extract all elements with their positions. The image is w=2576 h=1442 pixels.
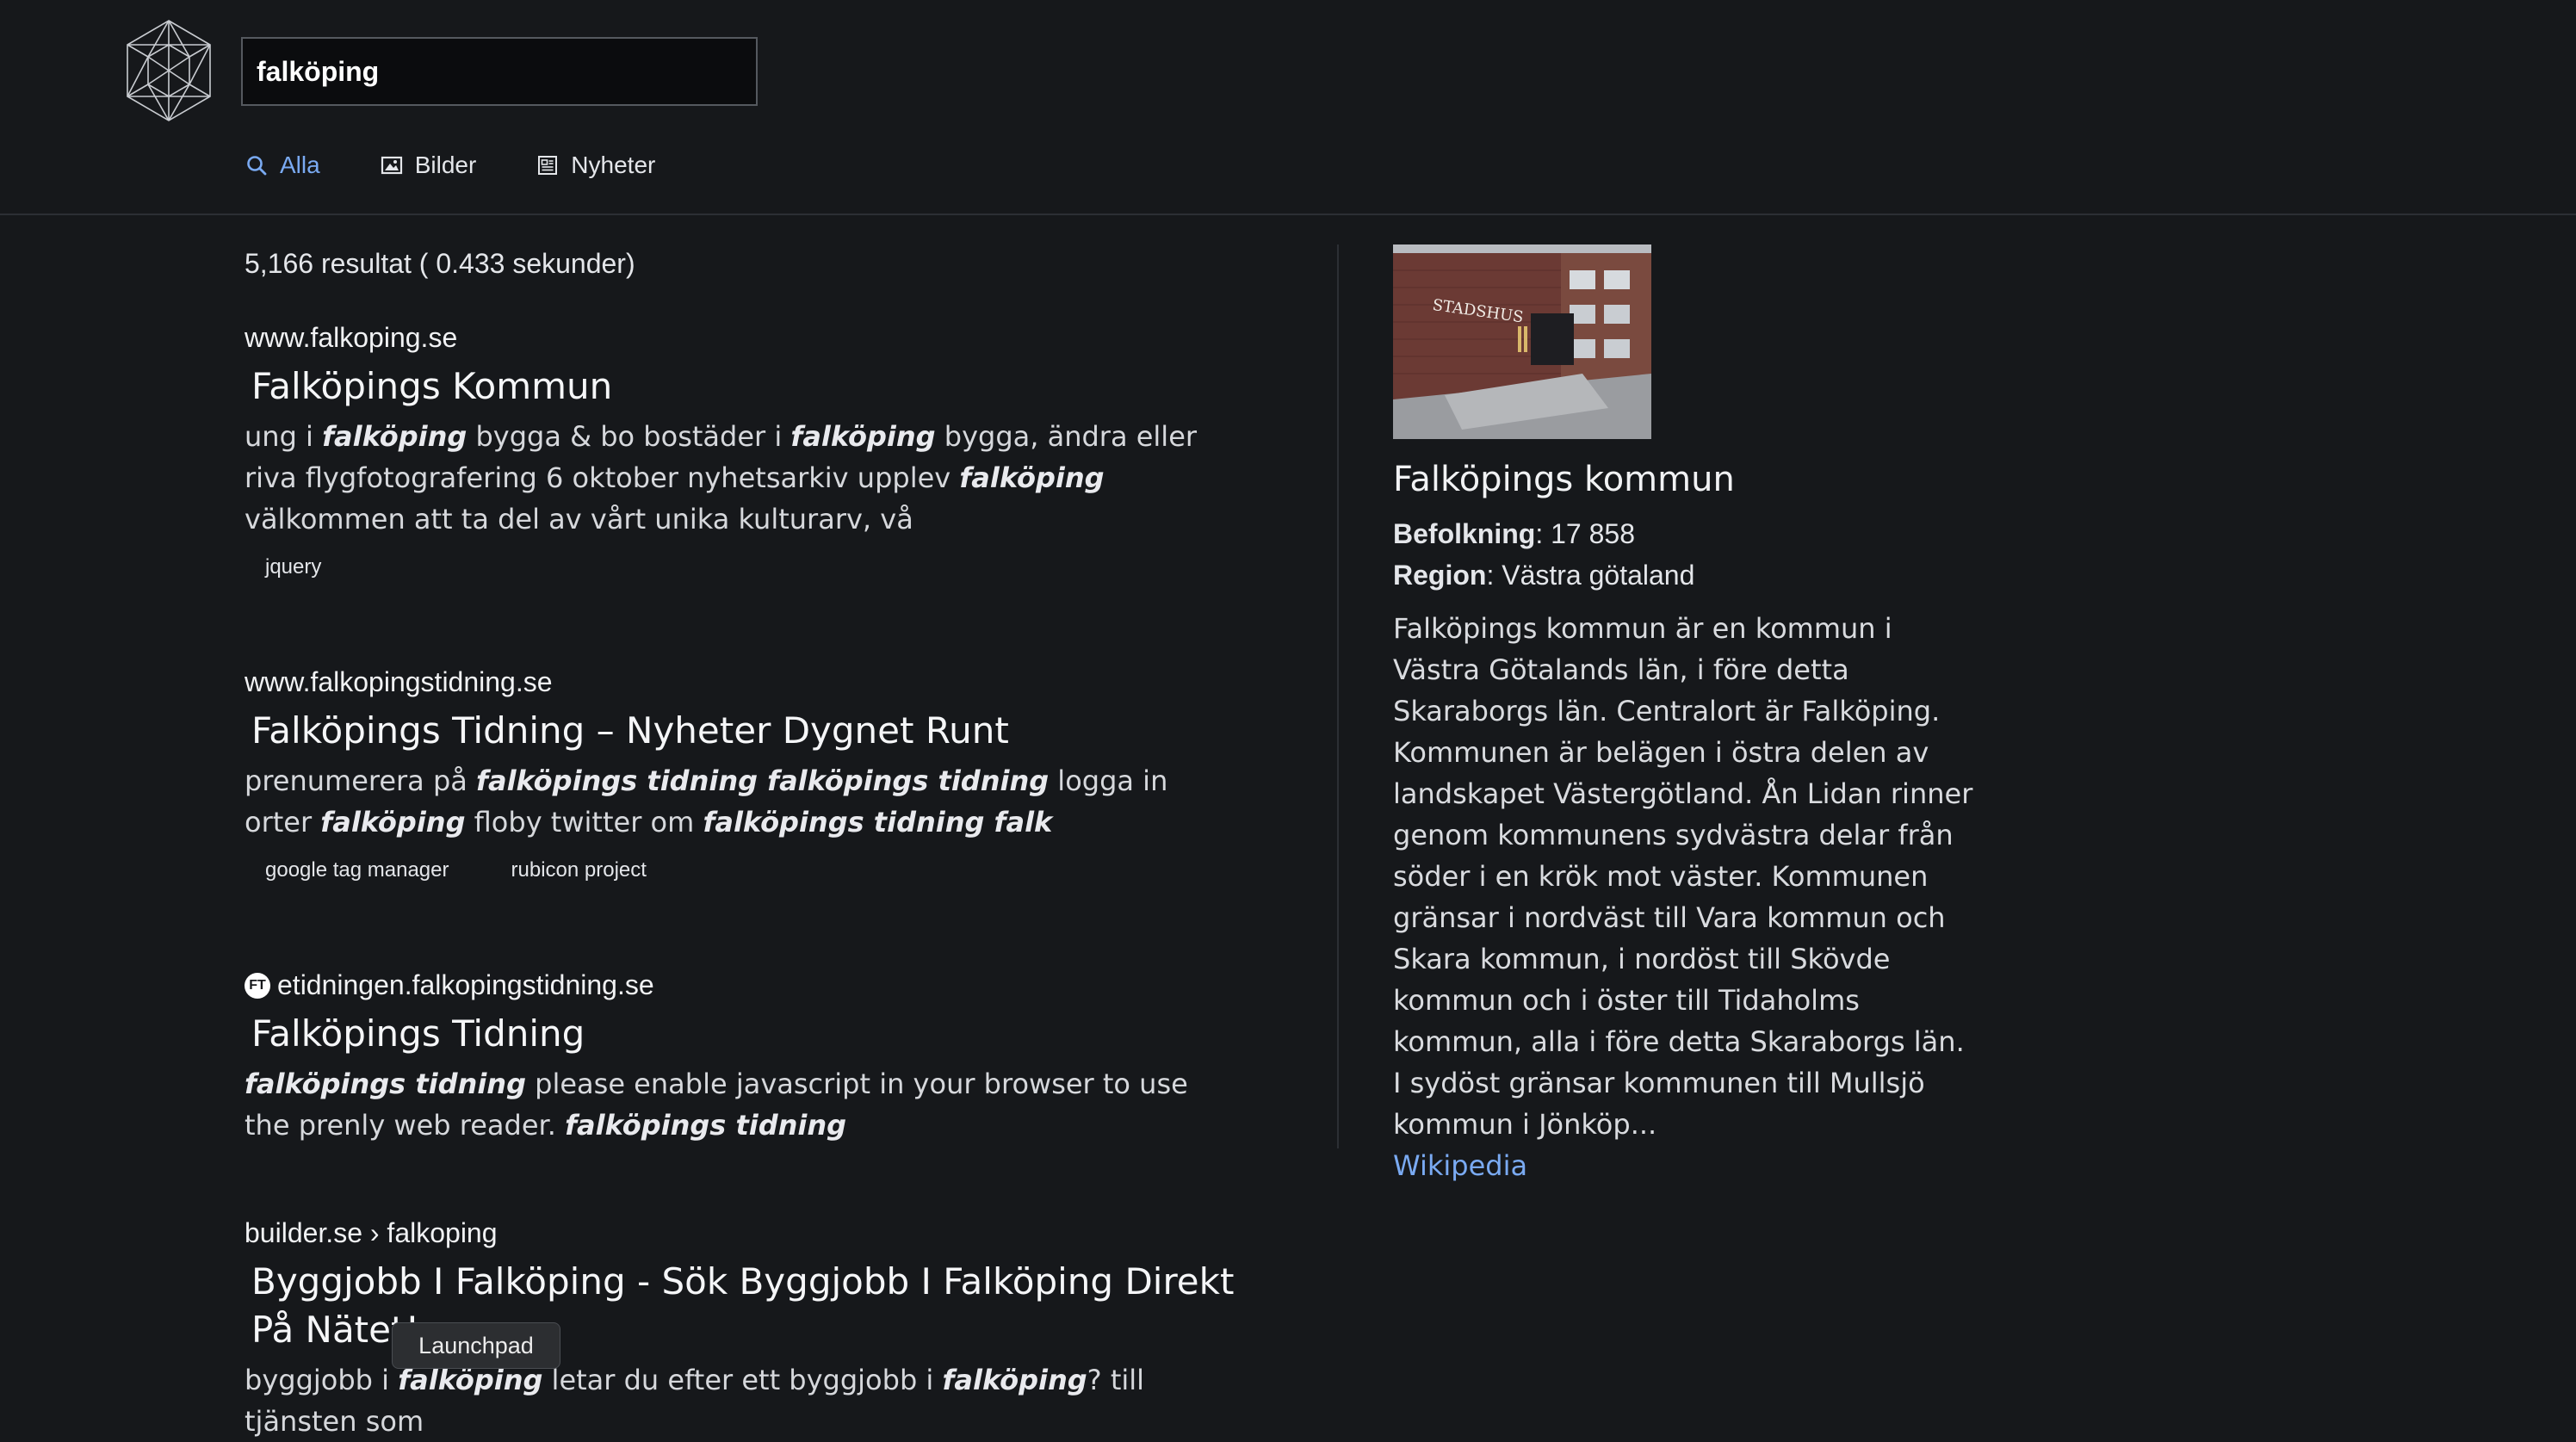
result-snippet: prenumerera på falköpings tidning falköp… (245, 760, 1235, 843)
snippet-highlight: falköping (942, 1364, 1087, 1396)
result-url-text: builder.se › falkoping (245, 1217, 498, 1248)
snippet-text: välkommen att ta del av vårt unika kultu… (245, 503, 913, 535)
snippet-highlight: falköpings tidning (565, 1109, 847, 1142)
snippet-text: bygga & bo bostäder i (467, 420, 791, 453)
fact-value: : 17 858 (1535, 518, 1635, 549)
tab-alla[interactable]: Alla (245, 152, 320, 179)
fact-row: Region: Västra götaland (1393, 554, 1978, 596)
snippet-text: ung i (245, 420, 323, 453)
search-result: www.falkoping.se Falköpings Kommun ung i… (245, 322, 1235, 586)
tech-tag[interactable]: rubicon project (491, 851, 667, 889)
snippet-text: byggjobb i (245, 1364, 399, 1396)
tech-tag[interactable]: google tag manager (245, 851, 470, 889)
tech-tag[interactable]: jquery (245, 548, 342, 586)
snippet-highlight: falköping (320, 806, 466, 839)
result-title[interactable]: Falköpings Tidning (245, 1010, 1235, 1058)
result-snippet: ung i falköping bygga & bo bostäder i fa… (245, 416, 1235, 540)
snippet-text: letar du efter ett byggjobb i (542, 1364, 943, 1396)
panel-facts: Befolkning: 17 858 Region: Västra götala… (1393, 513, 1978, 596)
search-icon (247, 156, 267, 176)
search-result: www.falkopingstidning.se Falköpings Tidn… (245, 666, 1235, 889)
town-hall-image[interactable]: STADSHUS (1393, 244, 1651, 439)
result-snippet: falköpings tidning please enable javascr… (245, 1063, 1235, 1146)
result-url-text: etidningen.falkopingstidning.se (277, 969, 654, 1000)
fact-label: Region (1393, 560, 1487, 591)
snippet-text: floby twitter om (465, 806, 703, 839)
snippet-highlight: falköpings tidning falköpings tidning (476, 764, 1050, 797)
column-divider (1337, 244, 1339, 1148)
tech-tags: google tag manager rubicon project (245, 851, 1235, 889)
result-url[interactable]: builder.se › falkoping (245, 1217, 1235, 1249)
panel-description: Falköpings kommun är en kommun i Västra … (1393, 612, 1973, 1141)
search-input[interactable] (241, 37, 758, 106)
tab-label: Nyheter (571, 152, 656, 178)
tab-nyheter[interactable]: Nyheter (536, 152, 655, 179)
header: Alla Bilder Nyheter (0, 0, 2576, 215)
tab-label: Bilder (414, 152, 477, 178)
snippet-highlight: falköping (790, 420, 936, 453)
logo-icon[interactable] (123, 19, 214, 122)
result-title[interactable]: Falköpings Kommun (245, 362, 1235, 411)
fact-value: : Västra götaland (1486, 560, 1695, 591)
result-url-text: www.falkopingstidning.se (245, 666, 553, 697)
result-url[interactable]: www.falkopingstidning.se (245, 666, 1235, 698)
site-favicon-icon: FT (245, 972, 270, 999)
snippet-highlight: falköpings tidning (245, 1068, 526, 1100)
wikipedia-link[interactable]: Wikipedia (1393, 1145, 1978, 1186)
news-icon (538, 156, 558, 175)
knowledge-panel: STADSHUS Falköpings kommun Befolkning: 1… (1393, 244, 1978, 1186)
panel-title: Falköpings kommun (1393, 460, 1735, 499)
result-snippet: byggjobb i falköping letar du efter ett … (245, 1359, 1235, 1442)
tech-tags: jquery (245, 548, 1235, 586)
snippet-text: prenumerera på (245, 764, 477, 797)
launchpad-tooltip: Launchpad (392, 1322, 560, 1369)
fact-label: Befolkning (1393, 518, 1536, 549)
search-result: FT etidningen.falkopingstidning.se Falkö… (245, 969, 1235, 1146)
fact-row: Befolkning: 17 858 (1393, 513, 1978, 554)
snippet-highlight: falköping (959, 461, 1105, 494)
snippet-highlight: falköping (322, 420, 468, 453)
search-tabs: Alla Bilder Nyheter (245, 146, 655, 184)
results-stats: 5,166 resultat ( 0.433 sekunder) (245, 248, 635, 279)
result-url-text: www.falkoping.se (245, 322, 458, 353)
tab-bilder[interactable]: Bilder (381, 152, 477, 179)
result-title[interactable]: Falköpings Tidning – Nyheter Dygnet Runt (245, 707, 1235, 755)
image-icon (381, 156, 402, 175)
tab-label: Alla (280, 152, 320, 178)
result-url[interactable]: FT etidningen.falkopingstidning.se (245, 969, 1235, 1001)
result-url[interactable]: www.falkoping.se (245, 322, 1235, 354)
snippet-highlight: falköpings tidning falk (703, 806, 1053, 839)
